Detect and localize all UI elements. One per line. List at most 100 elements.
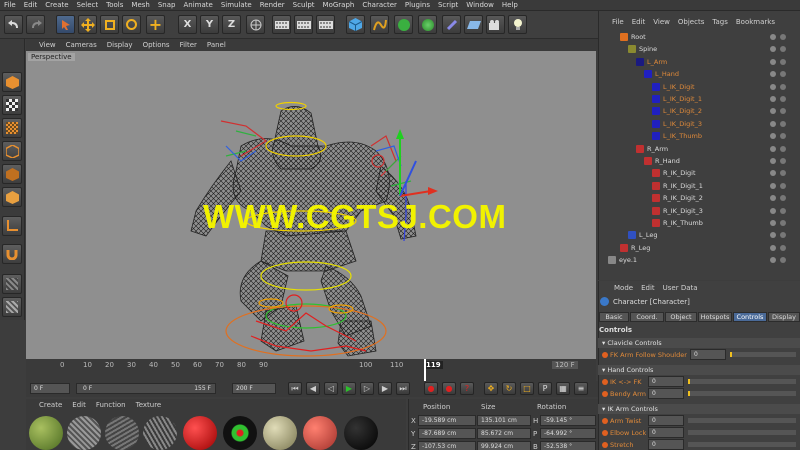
position-z-field[interactable]: -107.53 cm — [418, 441, 476, 450]
render-dot-icon[interactable] — [780, 34, 786, 40]
timeline[interactable]: 0 10 20 30 40 50 60 70 80 90 100 110 119… — [26, 359, 596, 381]
render-dot-icon[interactable] — [780, 96, 786, 102]
rotate-icon[interactable] — [122, 15, 141, 34]
add-icon[interactable]: + — [146, 15, 165, 34]
object-tree-item[interactable]: L_Hand — [598, 68, 800, 80]
edges-mode-icon[interactable] — [2, 164, 22, 184]
animate-dot-icon[interactable] — [602, 390, 608, 397]
scale-icon[interactable] — [100, 15, 119, 34]
viewport-menu-cameras[interactable]: Cameras — [61, 41, 102, 49]
material-menu-edit[interactable]: Edit — [67, 401, 91, 409]
next-key-icon[interactable]: ▶ — [378, 382, 392, 395]
material-menu-function[interactable]: Function — [91, 401, 131, 409]
visibility-dot-icon[interactable] — [770, 195, 776, 202]
menu-render[interactable]: Render — [256, 1, 289, 9]
object-tree-item[interactable]: L_IK_Digit_3 — [598, 118, 800, 130]
visibility-dot-icon[interactable] — [770, 244, 776, 251]
animate-dot-icon[interactable] — [602, 429, 608, 436]
menu-tools[interactable]: Tools — [102, 1, 127, 9]
render-dot-icon[interactable] — [780, 182, 786, 189]
z-axis-icon[interactable]: Z — [222, 15, 241, 34]
render-dot-icon[interactable] — [780, 257, 786, 264]
objects-menu-edit[interactable]: Edit — [628, 18, 650, 26]
size-z-field[interactable]: 99.924 cm — [477, 441, 531, 450]
animate-dot-icon[interactable] — [602, 378, 608, 385]
render-dot-icon[interactable] — [780, 120, 786, 127]
viewport-menu-options[interactable]: Options — [138, 41, 175, 49]
size-x-field[interactable]: 135.101 cm — [477, 415, 531, 426]
lock-icon[interactable] — [2, 297, 22, 317]
render-dot-icon[interactable] — [780, 195, 786, 202]
menu-snap[interactable]: Snap — [154, 1, 180, 9]
visibility-dot-icon[interactable] — [770, 145, 776, 152]
key-rotation-icon[interactable]: ↻ — [502, 382, 516, 395]
arm-twist-slider[interactable] — [688, 418, 796, 423]
rotation-h-field[interactable]: -59.145 ° — [540, 415, 596, 426]
visibility-dot-icon[interactable] — [770, 83, 776, 90]
workplane-icon[interactable] — [2, 118, 22, 138]
ik-fk-slider[interactable] — [688, 379, 796, 384]
live-selection-icon[interactable] — [56, 15, 75, 34]
tab-controls[interactable]: Controls — [733, 312, 767, 322]
menu-create[interactable]: Create — [41, 1, 72, 9]
animate-dot-icon[interactable] — [602, 441, 608, 448]
polygons-mode-icon[interactable] — [2, 187, 22, 207]
render-dot-icon[interactable] — [780, 133, 786, 140]
material-swatch[interactable] — [223, 416, 257, 450]
object-tree-item[interactable]: R_Leg — [598, 242, 800, 254]
objects-menu-bookmarks[interactable]: Bookmarks — [732, 18, 779, 26]
object-tree-item[interactable]: L_Leg — [598, 229, 800, 241]
move-icon[interactable] — [78, 15, 97, 34]
axis-mode-icon[interactable] — [2, 216, 22, 236]
object-tree-item[interactable]: R_IK_Digit — [598, 167, 800, 179]
menu-sculpt[interactable]: Sculpt — [289, 1, 319, 9]
render-dot-icon[interactable] — [780, 83, 786, 90]
object-tree-item[interactable]: L_IK_Digit_2 — [598, 105, 800, 117]
object-tree-item[interactable]: R_Hand — [598, 155, 800, 167]
points-mode-icon[interactable] — [2, 141, 22, 161]
menu-mesh[interactable]: Mesh — [127, 1, 153, 9]
previous-frame-icon[interactable]: ◁ — [324, 382, 338, 395]
material-swatch[interactable] — [67, 416, 101, 450]
key-pla-icon[interactable]: ▦ — [556, 382, 570, 395]
play-icon[interactable]: ▶ — [342, 382, 356, 395]
object-tree-item[interactable]: L_Arm — [598, 56, 800, 68]
attr-menu-user-data[interactable]: User Data — [659, 284, 702, 292]
grid-snap-icon[interactable] — [2, 274, 22, 294]
object-tree-item[interactable]: Spine — [598, 43, 800, 55]
render-region-icon[interactable] — [294, 15, 313, 34]
start-frame-field[interactable]: 0 F — [30, 383, 70, 394]
tab-basic[interactable]: Basic — [599, 312, 629, 322]
menu-plugins[interactable]: Plugins — [401, 1, 434, 9]
end-frame-field[interactable]: 200 F — [232, 383, 276, 394]
floor-icon[interactable] — [464, 15, 483, 34]
camera-icon[interactable] — [486, 15, 505, 34]
elbow-lock-value[interactable]: 0 — [648, 427, 684, 438]
next-frame-icon[interactable]: ▷ — [360, 382, 374, 395]
visibility-dot-icon[interactable] — [770, 58, 776, 65]
render-dot-icon[interactable] — [780, 46, 786, 53]
menu-help[interactable]: Help — [498, 1, 522, 9]
visibility-dot-icon[interactable] — [770, 96, 776, 102]
visibility-dot-icon[interactable] — [770, 133, 776, 140]
section-ik-arm-controls[interactable]: ▾ IK Arm Controls — [598, 404, 800, 414]
object-tree-item[interactable]: Root — [598, 31, 800, 43]
visibility-dot-icon[interactable] — [770, 170, 776, 177]
visibility-dot-icon[interactable] — [770, 220, 776, 226]
viewport-menu-view[interactable]: View — [34, 41, 61, 49]
undo-icon[interactable] — [4, 15, 23, 34]
object-tree-item[interactable]: R_IK_Digit_3 — [598, 205, 800, 217]
bendy-arm-value[interactable]: 0 — [648, 388, 684, 399]
menu-mograph[interactable]: MoGraph — [319, 1, 359, 9]
material-menu-create[interactable]: Create — [34, 401, 67, 409]
tab-object[interactable]: Object — [665, 312, 697, 322]
visibility-dot-icon[interactable] — [770, 257, 776, 264]
attr-menu-mode[interactable]: Mode — [610, 284, 637, 292]
deformer-icon[interactable] — [442, 15, 461, 34]
object-tree-item[interactable]: R_Arm — [598, 143, 800, 155]
menu-character[interactable]: Character — [358, 1, 401, 9]
cube-primitive-icon[interactable] — [346, 15, 365, 34]
visibility-dot-icon[interactable] — [770, 108, 776, 115]
spline-pen-icon[interactable] — [370, 15, 389, 34]
playhead-marker[interactable] — [424, 359, 426, 381]
